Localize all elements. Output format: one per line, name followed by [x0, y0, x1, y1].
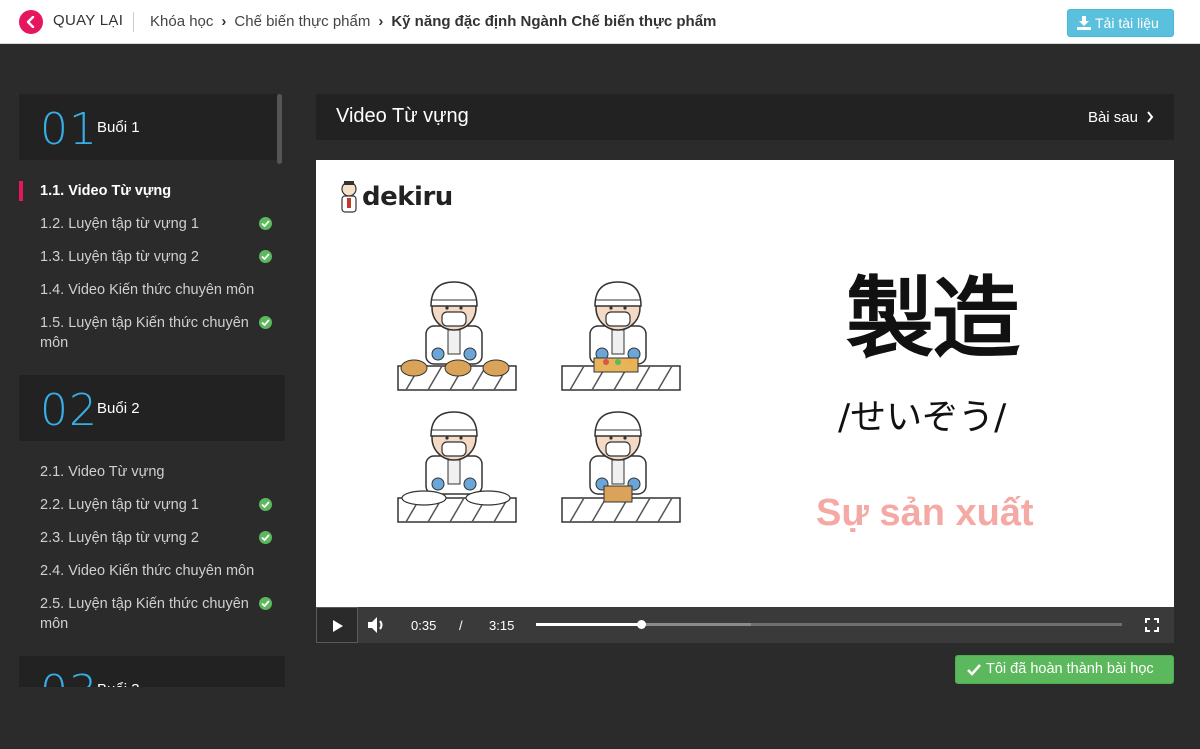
play-icon	[333, 620, 343, 632]
active-lesson-marker	[19, 181, 23, 201]
session-number: 01	[40, 104, 98, 155]
mark-complete-button[interactable]: Tôi đã hoàn thành bài học	[955, 655, 1174, 684]
divider	[133, 12, 134, 32]
mark-complete-label: Tôi đã hoàn thành bài học	[986, 661, 1154, 677]
volume-icon[interactable]	[366, 616, 386, 634]
lesson-label: 1.4. Video Kiến thức chuyên môn	[40, 282, 255, 298]
session-header[interactable]: 03Buổi 3	[19, 656, 285, 687]
vietnamese-meaning: Sự sản xuất	[816, 492, 1034, 534]
download-materials-button[interactable]: Tải tài liệu	[1067, 9, 1174, 37]
logo-text: dekiru	[362, 182, 453, 212]
play-button[interactable]	[316, 607, 358, 643]
kanji-term: 製造	[846, 267, 1020, 370]
video-controls: 0:35 / 3:15	[316, 607, 1174, 643]
completed-check-icon	[259, 498, 272, 511]
completed-check-icon	[259, 531, 272, 544]
lesson-label: 1.2. Luyện tập từ vựng 1	[40, 216, 199, 232]
session-number: 02	[40, 385, 98, 436]
lesson-label: 2.3. Luyện tập từ vựng 2	[40, 530, 199, 546]
back-label[interactable]: QUAY LẠI	[53, 12, 123, 29]
duration: 3:15	[489, 618, 515, 633]
breadcrumb: Khóa học › Chế biến thực phẩm › Kỹ năng đặc …	[150, 13, 716, 30]
session-header[interactable]: 01 Buổi 1	[19, 94, 278, 160]
lesson-sidebar: 01 Buổi 1 1.1. Video Từ vựng 1.2. Luyện tập…	[19, 94, 285, 687]
lesson-label: 2.4. Video Kiến thức chuyên môn	[40, 563, 255, 579]
completed-check-icon	[259, 597, 272, 610]
dekiru-logo: dekiru	[338, 180, 453, 219]
sidebar-scrollbar[interactable]	[277, 94, 282, 164]
session-number: 03	[40, 666, 98, 687]
download-icon	[1077, 16, 1091, 30]
lesson-label: 1.5. Luyện tập Kiến thức chuyên môn	[40, 315, 249, 351]
completed-check-icon	[259, 316, 272, 329]
session-header[interactable]: 02 Buổi 2	[19, 375, 285, 441]
played-bar	[536, 623, 641, 626]
fullscreen-icon[interactable]	[1145, 618, 1159, 632]
video-frame[interactable]: dekiru 製造 /せいぞう/ Sự sản xuất	[316, 160, 1174, 643]
check-icon	[967, 664, 981, 676]
progress-handle[interactable]	[636, 620, 646, 629]
lesson-label: 2.1. Video Từ vựng	[40, 464, 165, 480]
lesson-label: 1.3. Luyện tập từ vựng 2	[40, 249, 199, 265]
current-time: 0:35	[411, 618, 437, 633]
lesson-label: 1.1. Video Từ vựng	[40, 183, 172, 199]
session-title: Buổi 1	[97, 119, 140, 136]
lesson-title: Video Từ vựng	[336, 105, 469, 127]
kana-reading: /せいぞう/	[838, 397, 1007, 438]
breadcrumb-courses[interactable]: Khóa học	[150, 13, 213, 30]
progress-bar[interactable]	[536, 620, 1122, 629]
completed-check-icon	[259, 250, 272, 263]
breadcrumb-category[interactable]: Chế biến thực phẩm	[234, 13, 370, 30]
next-lesson-link[interactable]: Bài sau	[1088, 109, 1154, 126]
back-button[interactable]	[19, 10, 43, 34]
session-title: Buổi 2	[97, 400, 140, 417]
download-label: Tải tài liệu	[1095, 15, 1159, 31]
mascot-icon	[341, 181, 357, 213]
breadcrumb-separator-icon: ›	[378, 13, 384, 30]
next-lesson-label: Bài sau	[1087, 109, 1138, 126]
breadcrumb-separator-icon: ›	[221, 13, 227, 30]
session-title: Buổi 3	[97, 681, 140, 687]
chevron-left-icon	[26, 16, 35, 28]
lesson-label: 2.2. Luyện tập từ vựng 1	[40, 497, 199, 513]
top-bar: QUAY LẠI Khóa học › Chế biến thực phẩm › Kỹ …	[0, 0, 1200, 44]
lesson-label: 2.5. Luyện tập Kiến thức chuyên môn	[40, 596, 249, 632]
time-separator: /	[459, 618, 463, 633]
workers-illustration	[397, 281, 681, 523]
completed-check-icon	[259, 217, 272, 230]
chevron-right-icon	[1147, 111, 1154, 123]
lesson-header: Video Từ vựng Bài sau	[316, 94, 1174, 140]
breadcrumb-current: Kỹ năng đặc định Ngành Chế biến thực phẩ…	[391, 13, 717, 30]
